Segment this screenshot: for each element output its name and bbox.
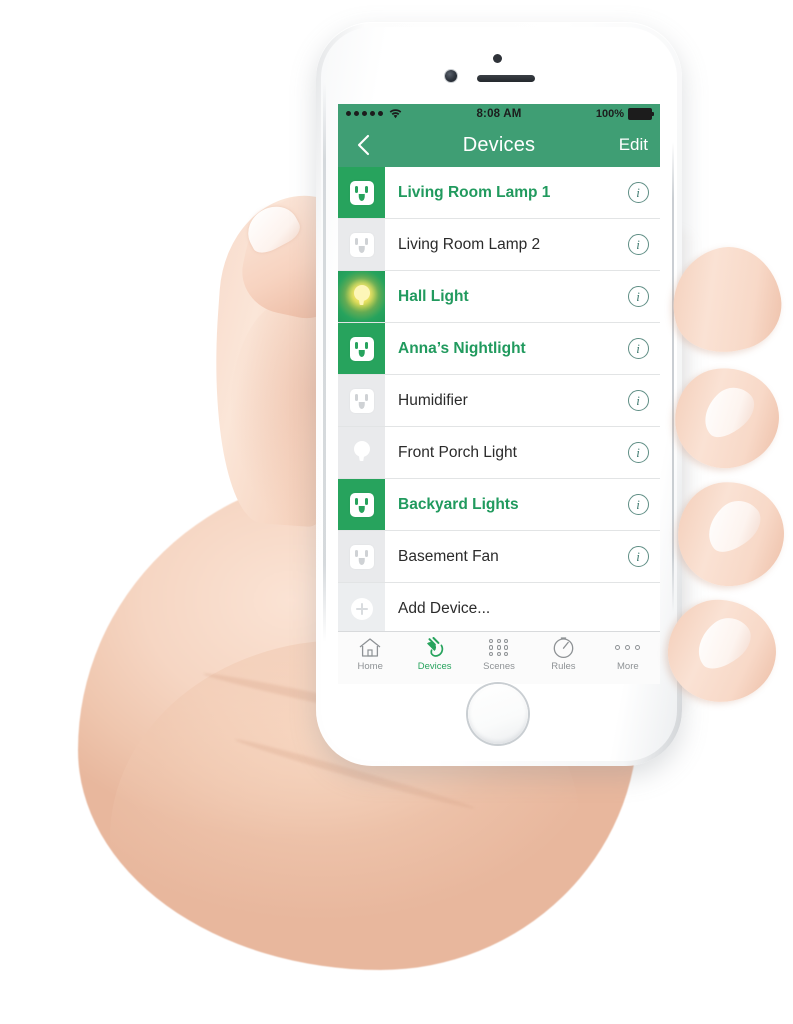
tab-scenes[interactable]: Scenes xyxy=(467,636,531,672)
outlet-icon xyxy=(349,492,374,517)
device-row[interactable]: Backyard Lights i xyxy=(338,479,660,531)
tab-bar: Home Devices Scenes Rules More xyxy=(338,631,660,684)
proximity-sensor xyxy=(493,54,502,63)
phone-edge-left xyxy=(323,82,326,642)
tab-rules[interactable]: Rules xyxy=(531,636,595,672)
tab-devices[interactable]: Devices xyxy=(402,636,466,672)
device-info-button[interactable]: i xyxy=(616,375,660,426)
info-icon: i xyxy=(627,234,649,255)
device-info-button[interactable]: i xyxy=(616,323,660,374)
device-row[interactable]: Front Porch Light i xyxy=(338,427,660,479)
tab-more[interactable]: More xyxy=(596,636,660,672)
lightbulb-icon xyxy=(353,285,370,308)
scene-root: 8:08 AM 100% Devices Edit Living Room La… xyxy=(0,0,793,1024)
device-toggle-tile[interactable] xyxy=(338,271,385,322)
add-device-label: Add Device... xyxy=(398,599,491,617)
device-list: Living Room Lamp 1 i Living Room Lamp 2 i Ha… xyxy=(338,167,660,635)
battery-percent-label: 100% xyxy=(595,107,624,120)
tab-label: Scenes xyxy=(483,661,515,672)
info-icon: i xyxy=(627,286,649,307)
thumb-nail xyxy=(239,198,305,258)
device-row[interactable]: Humidifier i xyxy=(338,375,660,427)
info-icon: i xyxy=(627,338,649,359)
edit-button[interactable]: Edit xyxy=(619,135,648,155)
finger-nail xyxy=(693,378,763,446)
battery-icon xyxy=(628,107,654,120)
dot-grid-icon xyxy=(488,636,509,659)
finger-nail xyxy=(697,491,769,561)
device-name-label: Living Room Lamp 1 xyxy=(398,183,551,201)
device-toggle-tile[interactable] xyxy=(338,375,385,426)
info-icon: i xyxy=(627,390,649,411)
device-info-button[interactable]: i xyxy=(616,219,660,270)
info-icon: i xyxy=(627,494,649,515)
page-title: Devices xyxy=(462,133,536,156)
device-name-label: Basement Fan xyxy=(398,547,499,565)
device-toggle-tile[interactable] xyxy=(338,531,385,582)
nav-bar: Devices Edit xyxy=(338,123,660,167)
device-name-label: Front Porch Light xyxy=(398,443,517,461)
earpiece-speaker xyxy=(477,75,535,82)
device-info-button[interactable]: i xyxy=(616,427,660,478)
device-name-label: Living Room Lamp 2 xyxy=(398,235,541,253)
device-row[interactable]: Living Room Lamp 2 i xyxy=(338,219,660,271)
device-toggle-tile[interactable] xyxy=(338,167,385,218)
ellipsis-icon xyxy=(615,636,641,659)
clock-icon xyxy=(552,636,575,659)
phone-screen: 8:08 AM 100% Devices Edit Living Room La… xyxy=(338,104,660,684)
tab-label: Devices xyxy=(417,661,452,672)
add-device-tile[interactable] xyxy=(338,583,385,634)
house-icon xyxy=(358,636,382,659)
outlet-icon xyxy=(349,336,374,361)
tab-home[interactable]: Home xyxy=(338,636,402,672)
plus-circle-icon xyxy=(350,597,373,620)
device-info-button[interactable]: i xyxy=(616,531,660,582)
device-toggle-tile[interactable] xyxy=(338,427,385,478)
device-info-button[interactable]: i xyxy=(616,271,660,322)
info-icon: i xyxy=(627,442,649,463)
phone-edge-right xyxy=(672,142,674,612)
lightbulb-icon xyxy=(353,441,370,464)
device-name-label: Anna’s Nightlight xyxy=(398,339,526,357)
outlet-icon xyxy=(349,388,374,413)
device-row[interactable]: Basement Fan i xyxy=(338,531,660,583)
device-toggle-tile[interactable] xyxy=(338,219,385,270)
info-icon: i xyxy=(627,546,649,567)
add-device-row[interactable]: Add Device... xyxy=(338,583,660,635)
device-row[interactable]: Anna’s Nightlight i xyxy=(338,323,660,375)
device-toggle-tile[interactable] xyxy=(338,323,385,374)
outlet-icon xyxy=(349,232,374,257)
phone-device: 8:08 AM 100% Devices Edit Living Room La… xyxy=(316,22,682,766)
tab-label: Home xyxy=(357,661,383,672)
plug-icon xyxy=(422,636,448,659)
home-button[interactable] xyxy=(468,684,528,744)
device-name-label: Backyard Lights xyxy=(398,495,519,513)
tab-label: Rules xyxy=(551,661,576,672)
front-camera-icon xyxy=(445,70,457,82)
outlet-icon xyxy=(349,544,374,569)
device-info-button[interactable]: i xyxy=(616,479,660,530)
device-name-label: Hall Light xyxy=(398,287,469,305)
device-row[interactable]: Hall Light i xyxy=(338,271,660,323)
info-icon: i xyxy=(627,182,649,203)
device-info-button[interactable]: i xyxy=(616,167,660,218)
status-bar: 8:08 AM 100% xyxy=(338,104,660,123)
device-toggle-tile[interactable] xyxy=(338,479,385,530)
outlet-icon xyxy=(349,180,374,205)
device-row[interactable]: Living Room Lamp 1 i xyxy=(338,167,660,219)
tab-label: More xyxy=(617,661,639,672)
device-name-label: Humidifier xyxy=(398,391,468,409)
status-bar-battery: 100% xyxy=(595,107,654,120)
